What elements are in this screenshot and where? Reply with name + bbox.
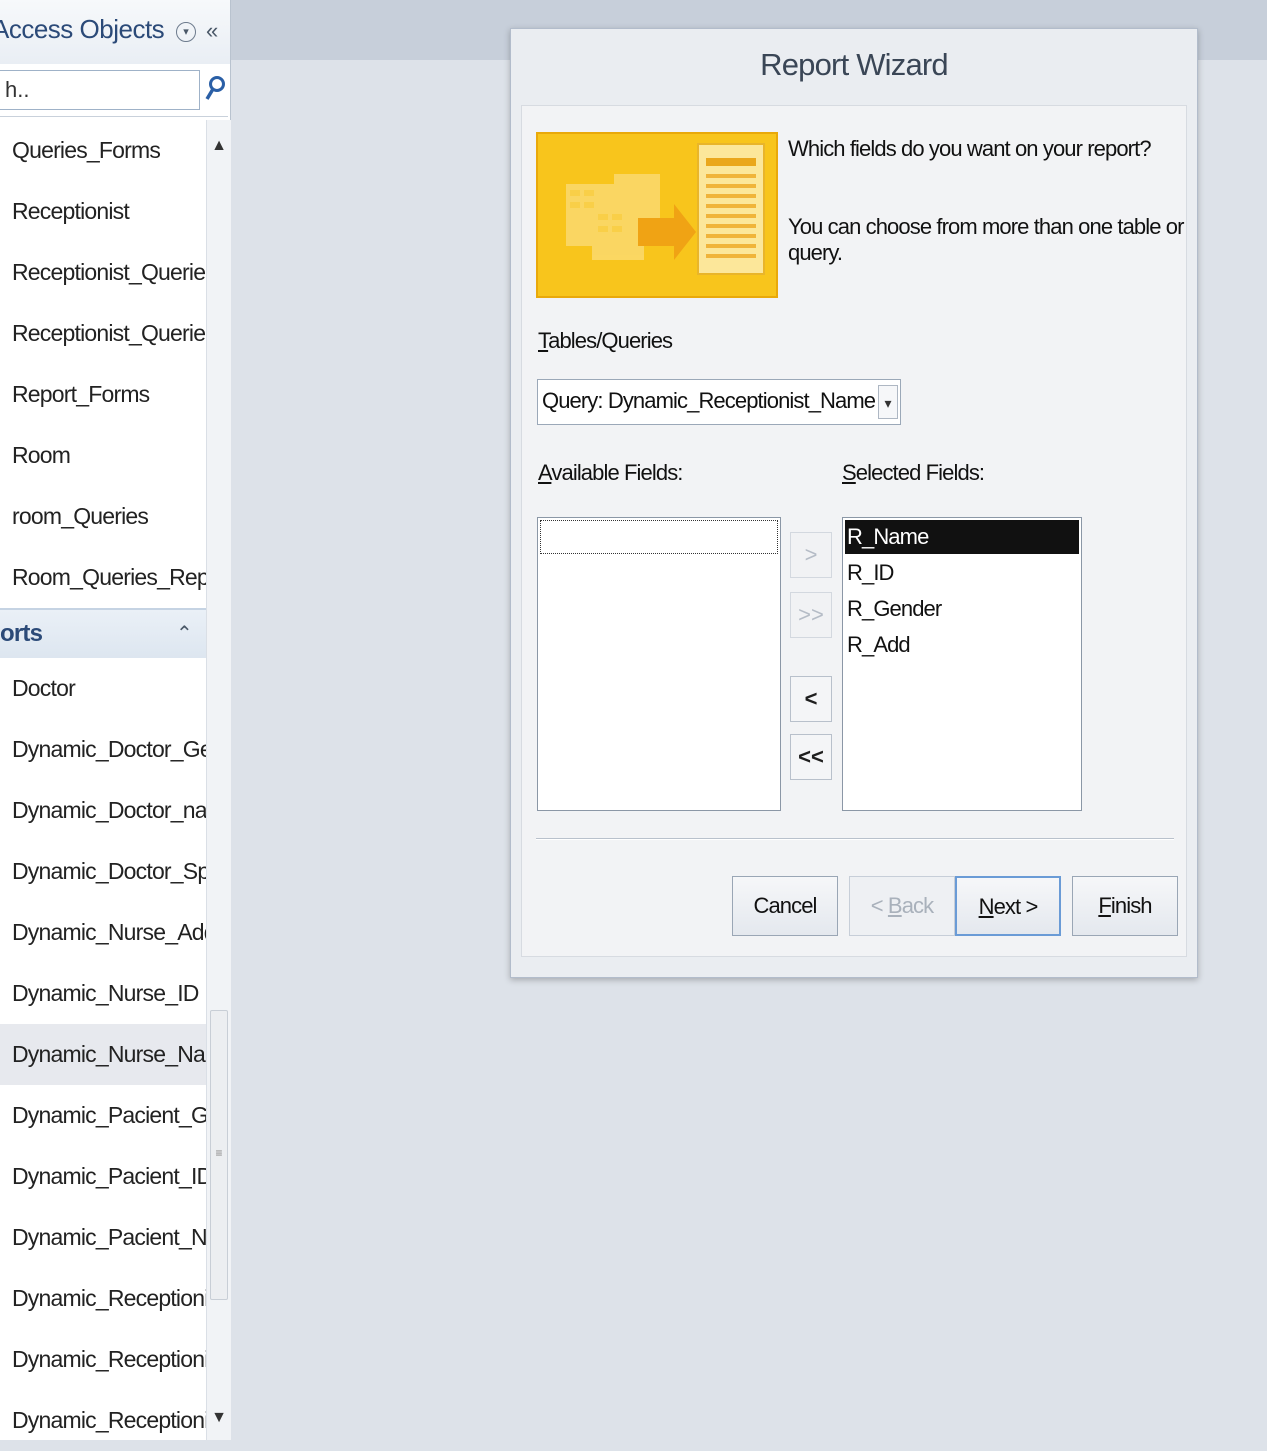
scroll-down-icon[interactable]: ▼ <box>209 1400 229 1436</box>
nav-item[interactable]: Dynamic_Receptionist_ID <box>0 1329 206 1390</box>
nav-item[interactable]: Dynamic_Pacient_Gender <box>0 1085 206 1146</box>
nav-item[interactable]: Dynamic_Receptionist_... <box>0 1390 206 1451</box>
add-field-button[interactable]: > <box>790 532 832 578</box>
dialog-body: Which fields do you want on your report?… <box>521 105 1187 957</box>
dialog-title: Report Wizard <box>760 47 949 82</box>
report-wizard-illustration <box>536 132 778 298</box>
dialog-divider <box>536 838 1174 840</box>
tables-queries-label: Tables/Queries <box>538 328 673 353</box>
nav-pane-title: Access Objects <box>0 14 165 44</box>
add-all-fields-button[interactable]: >> <box>790 592 832 638</box>
nav-item[interactable]: Dynamic_Pacient_Name <box>0 1207 206 1268</box>
nav-item[interactable]: Dynamic_Doctor_name <box>0 780 206 841</box>
scroll-thumb[interactable]: ≡ <box>210 1010 228 1300</box>
nav-item[interactable]: Doctor <box>0 658 206 719</box>
available-fields-label: Available Fields: <box>538 460 683 485</box>
selected-field-item[interactable]: R_Add <box>845 628 1079 662</box>
nav-menu-chevron-icon[interactable]: ▾ <box>176 22 196 42</box>
nav-item[interactable]: Queries_Forms <box>0 120 206 181</box>
nav-item[interactable]: Dynamic_Nurse_Address <box>0 902 206 963</box>
remove-field-button[interactable]: < <box>790 676 832 722</box>
selected-fields-label: Selected Fields: <box>842 460 985 485</box>
remove-all-fields-button[interactable]: << <box>790 734 832 780</box>
tables-queries-value: Query: Dynamic_Receptionist_Name <box>542 388 876 413</box>
finish-button[interactable]: Finish <box>1072 876 1178 936</box>
reports-group-header[interactable]: orts ⌃ <box>0 608 206 658</box>
nav-object-list: Queries_Forms Receptionist Receptionist_Qu… <box>0 120 206 1451</box>
back-button[interactable]: < Back <box>849 876 955 936</box>
nav-scrollbar[interactable]: ▲ ≡ ▼ <box>206 120 231 1440</box>
grip-icon: ≡ <box>215 1146 223 1160</box>
report-wizard-dialog: Report Wizard Which fields do you want o… <box>510 28 1198 978</box>
selected-field-item[interactable]: R_Name <box>845 520 1079 554</box>
nav-item[interactable]: room_Queries <box>0 486 206 547</box>
nav-item[interactable]: Dynamic_Nurse_ID <box>0 963 206 1024</box>
tables-queries-combobox[interactable]: Query: Dynamic_Receptionist_Name ▾ <box>537 379 901 425</box>
available-fields-list[interactable] <box>537 517 781 811</box>
nav-item[interactable]: Room_Queries_Reports_... <box>0 547 206 608</box>
search-icon[interactable] <box>204 74 228 104</box>
search-input[interactable] <box>0 70 200 110</box>
wizard-prompt: Which fields do you want on your report? <box>788 136 1152 161</box>
selected-field-item[interactable]: R_Gender <box>845 592 1079 626</box>
nav-item[interactable]: Dynamic_Doctor_Gender <box>0 719 206 780</box>
nav-item[interactable]: Receptionist_Queries_R... <box>0 303 206 364</box>
selected-fields-list[interactable]: R_Name R_ID R_Gender R_Add <box>842 517 1082 811</box>
dropdown-arrow-icon[interactable]: ▾ <box>878 385 898 419</box>
scroll-up-icon[interactable]: ▲ <box>209 128 229 164</box>
nav-item[interactable]: Dynamic_Doctor_Special... <box>0 841 206 902</box>
reports-group-label: orts <box>0 620 43 647</box>
collapse-group-icon[interactable]: ⌃ <box>176 610 193 658</box>
nav-search-bar <box>0 66 228 117</box>
list-focus-row[interactable] <box>540 520 778 554</box>
nav-item[interactable]: Dynamic_Nurse_Name <box>0 1024 206 1085</box>
nav-item[interactable]: Receptionist_Queries <box>0 242 206 303</box>
navigation-pane: Access Objects ▾ « Queries_FormsReceptio… <box>0 0 231 1440</box>
nav-item[interactable]: Dynamic_Receptionist_... <box>0 1268 206 1329</box>
nav-item[interactable]: Dynamic_Pacient_ID <box>0 1146 206 1207</box>
nav-pane-header[interactable]: Access Objects ▾ « <box>0 0 230 64</box>
selected-field-item[interactable]: R_ID <box>845 556 1079 590</box>
collapse-pane-icon[interactable]: « <box>206 18 218 44</box>
nav-item[interactable]: Receptionist <box>0 181 206 242</box>
wizard-prompt-detail: You can choose from more than one table … <box>788 214 1184 265</box>
cancel-button[interactable]: Cancel <box>732 876 838 936</box>
nav-item[interactable]: Room <box>0 425 206 486</box>
nav-item[interactable]: Report_Forms <box>0 364 206 425</box>
next-button[interactable]: Next > <box>955 876 1061 936</box>
